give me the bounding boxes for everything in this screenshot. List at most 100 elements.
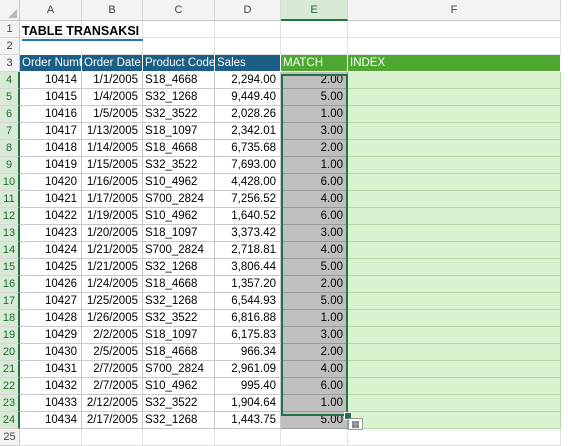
- match-cell[interactable]: 2.00: [281, 344, 348, 361]
- row-header-6[interactable]: 6: [0, 106, 20, 123]
- match-cell[interactable]: 5.00: [281, 259, 348, 276]
- header-product-code[interactable]: Product Code: [143, 55, 215, 72]
- row-header-4[interactable]: 4: [0, 72, 20, 89]
- sales-cell[interactable]: 966.34: [215, 344, 281, 361]
- index-cell[interactable]: [348, 140, 561, 157]
- product-code-cell[interactable]: S18_1097: [143, 123, 215, 140]
- index-cell[interactable]: [348, 208, 561, 225]
- order-number-cell[interactable]: 10421: [20, 191, 82, 208]
- match-cell[interactable]: 5.00: [281, 293, 348, 310]
- product-code-cell[interactable]: S10_4962: [143, 378, 215, 395]
- row-header-20[interactable]: 20: [0, 344, 20, 361]
- order-date-cell[interactable]: 1/20/2005: [82, 225, 143, 242]
- row-header-3[interactable]: 3: [0, 55, 20, 72]
- product-code-cell[interactable]: S32_1268: [143, 412, 215, 429]
- order-number-cell[interactable]: 10434: [20, 412, 82, 429]
- header-index[interactable]: INDEX: [348, 55, 561, 72]
- order-date-cell[interactable]: 1/5/2005: [82, 106, 143, 123]
- row-header-16[interactable]: 16: [0, 276, 20, 293]
- order-date-cell[interactable]: 1/21/2005: [82, 242, 143, 259]
- order-date-cell[interactable]: 1/1/2005: [82, 72, 143, 89]
- order-number-cell[interactable]: 10418: [20, 140, 82, 157]
- product-code-cell[interactable]: S32_1268: [143, 293, 215, 310]
- index-cell[interactable]: [348, 361, 561, 378]
- order-number-cell[interactable]: 10433: [20, 395, 82, 412]
- product-code-cell[interactable]: S10_4962: [143, 174, 215, 191]
- match-cell[interactable]: 1.00: [281, 310, 348, 327]
- sales-cell[interactable]: 2,342.01: [215, 123, 281, 140]
- row-header-21[interactable]: 21: [0, 361, 20, 378]
- sales-cell[interactable]: 3,373.42: [215, 225, 281, 242]
- product-code-cell[interactable]: S32_1268: [143, 89, 215, 106]
- product-code-cell[interactable]: S18_1097: [143, 225, 215, 242]
- header-order-number[interactable]: Order Numt: [20, 55, 82, 72]
- match-cell[interactable]: 1.00: [281, 157, 348, 174]
- order-number-cell[interactable]: 10417: [20, 123, 82, 140]
- index-cell[interactable]: [348, 106, 561, 123]
- product-code-cell[interactable]: S32_3522: [143, 395, 215, 412]
- match-cell[interactable]: 6.00: [281, 208, 348, 225]
- sales-cell[interactable]: 1,904.64: [215, 395, 281, 412]
- sales-cell[interactable]: 995.40: [215, 378, 281, 395]
- index-cell[interactable]: [348, 412, 561, 429]
- sales-cell[interactable]: 2,294.00: [215, 72, 281, 89]
- match-cell[interactable]: 3.00: [281, 327, 348, 344]
- order-number-cell[interactable]: 10424: [20, 242, 82, 259]
- row-header-19[interactable]: 19: [0, 327, 20, 344]
- index-cell[interactable]: [348, 293, 561, 310]
- row-header-9[interactable]: 9: [0, 157, 20, 174]
- order-number-cell[interactable]: 10427: [20, 293, 82, 310]
- match-cell[interactable]: 4.00: [281, 191, 348, 208]
- order-number-cell[interactable]: 10431: [20, 361, 82, 378]
- product-code-cell[interactable]: S18_1097: [143, 327, 215, 344]
- order-date-cell[interactable]: 1/26/2005: [82, 310, 143, 327]
- order-date-cell[interactable]: 1/17/2005: [82, 191, 143, 208]
- sales-cell[interactable]: 4,428.00: [215, 174, 281, 191]
- row-header-11[interactable]: 11: [0, 191, 20, 208]
- sales-cell[interactable]: 2,961.09: [215, 361, 281, 378]
- sales-cell[interactable]: 2,718.81: [215, 242, 281, 259]
- order-date-cell[interactable]: 2/2/2005: [82, 327, 143, 344]
- quick-analysis-icon[interactable]: ▦: [348, 418, 363, 430]
- row-header-22[interactable]: 22: [0, 378, 20, 395]
- order-date-cell[interactable]: 1/14/2005: [82, 140, 143, 157]
- sales-cell[interactable]: 6,175.83: [215, 327, 281, 344]
- order-number-cell[interactable]: 10430: [20, 344, 82, 361]
- index-cell[interactable]: [348, 123, 561, 140]
- product-code-cell[interactable]: S10_4962: [143, 208, 215, 225]
- sales-cell[interactable]: 2,028.26: [215, 106, 281, 123]
- sales-cell[interactable]: 7,256.52: [215, 191, 281, 208]
- sales-cell[interactable]: 3,806.44: [215, 259, 281, 276]
- order-date-cell[interactable]: 2/5/2005: [82, 344, 143, 361]
- order-number-cell[interactable]: 10419: [20, 157, 82, 174]
- index-cell[interactable]: [348, 344, 561, 361]
- column-header-d[interactable]: D: [215, 0, 281, 21]
- order-date-cell[interactable]: 1/15/2005: [82, 157, 143, 174]
- row-header-12[interactable]: 12: [0, 208, 20, 225]
- sheet-title[interactable]: TABLE TRANSAKSI: [22, 22, 139, 40]
- header-order-date[interactable]: Order Date: [82, 55, 143, 72]
- row-header-7[interactable]: 7: [0, 123, 20, 140]
- index-cell[interactable]: [348, 395, 561, 412]
- order-number-cell[interactable]: 10429: [20, 327, 82, 344]
- index-cell[interactable]: [348, 259, 561, 276]
- sales-cell[interactable]: 1,640.52: [215, 208, 281, 225]
- header-match[interactable]: MATCH: [281, 55, 348, 72]
- match-cell[interactable]: 3.00: [281, 225, 348, 242]
- order-date-cell[interactable]: 2/12/2005: [82, 395, 143, 412]
- product-code-cell[interactable]: S18_4668: [143, 344, 215, 361]
- order-number-cell[interactable]: 10425: [20, 259, 82, 276]
- row-header-2[interactable]: 2: [0, 38, 20, 55]
- cell[interactable]: [348, 21, 561, 38]
- product-code-cell[interactable]: S32_3522: [143, 106, 215, 123]
- match-cell[interactable]: 6.00: [281, 378, 348, 395]
- order-date-cell[interactable]: 1/16/2005: [82, 174, 143, 191]
- header-sales[interactable]: Sales: [215, 55, 281, 72]
- cell[interactable]: [143, 38, 215, 55]
- index-cell[interactable]: [348, 225, 561, 242]
- index-cell[interactable]: [348, 157, 561, 174]
- product-code-cell[interactable]: S32_3522: [143, 157, 215, 174]
- row-header-5[interactable]: 5: [0, 89, 20, 106]
- index-cell[interactable]: [348, 276, 561, 293]
- match-cell[interactable]: 2.00: [281, 72, 348, 89]
